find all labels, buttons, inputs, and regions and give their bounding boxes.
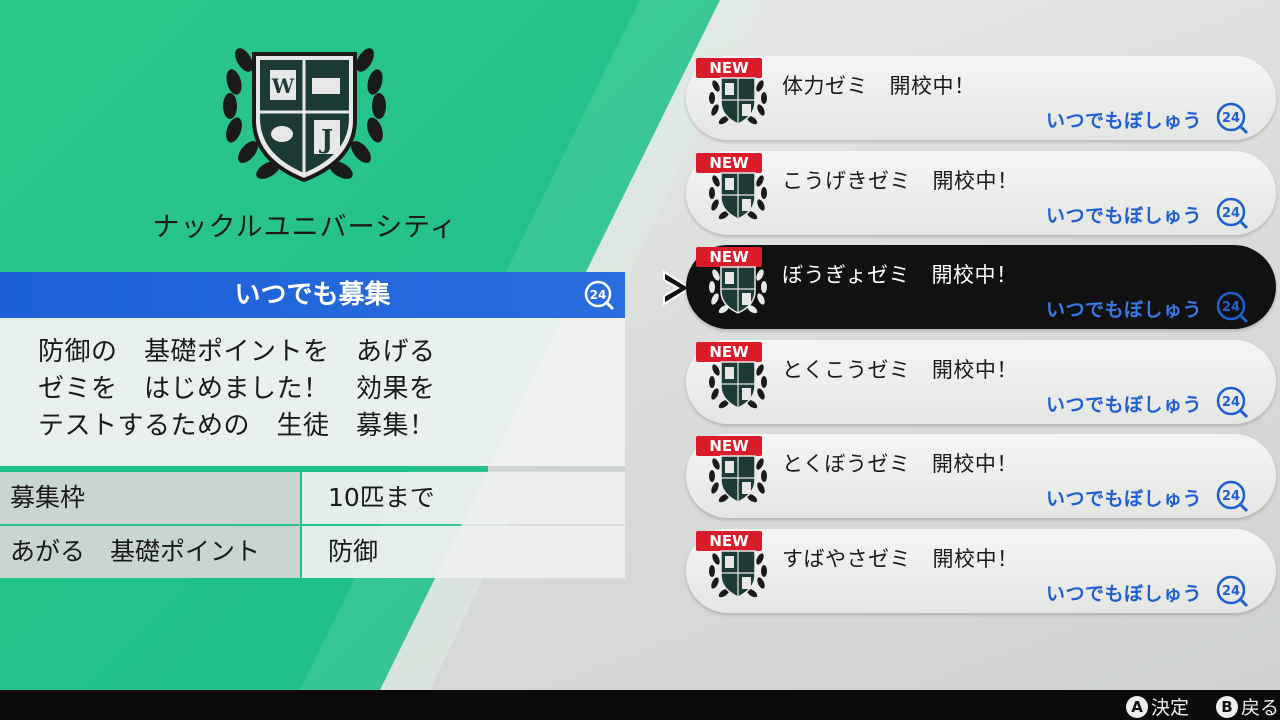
info-value: 防御 xyxy=(302,526,625,578)
svg-text:24: 24 xyxy=(1222,111,1240,126)
svg-text:24: 24 xyxy=(1222,206,1240,221)
control-hints-bar: A 決定 B 戻る xyxy=(0,690,1280,720)
course-list-item-1[interactable]: NEW こうげきゼミ 開校中！ いつでもぼしゅう 24 xyxy=(686,150,1276,235)
confirm-hint: A 決定 xyxy=(1126,693,1189,720)
svg-text:24: 24 xyxy=(1222,395,1240,410)
course-status: いつでもぼしゅう xyxy=(1045,110,1202,132)
course-list: NEW 体力ゼミ 開校中！ いつでもぼしゅう 24 NEW こうげきゼミ 開校中… xyxy=(686,56,1276,623)
b-button-icon: B xyxy=(1216,695,1238,718)
info-row-stat: あがる 基礎ポイント 防御 xyxy=(0,526,625,578)
course-status: いつでもぼしゅう xyxy=(1045,582,1202,605)
course-status: いつでもぼしゅう xyxy=(1045,299,1202,321)
course-title: ぼうぎょゼミ 開校中！ xyxy=(782,263,1018,287)
description-line: 防御の 基礎ポイントを あげる xyxy=(38,337,436,367)
svg-text:24: 24 xyxy=(1222,300,1240,315)
course-list-item-0[interactable]: NEW 体力ゼミ 開校中！ いつでもぼしゅう 24 xyxy=(686,56,1276,140)
laurel-shield-emblem-icon xyxy=(709,360,767,409)
info-row-capacity: 募集枠 10匹まで xyxy=(0,472,625,524)
a-button-icon: A xyxy=(1126,695,1148,718)
course-list-item-4[interactable]: NEW とくぼうゼミ 開校中！ いつでもぼしゅう 24 xyxy=(686,434,1276,518)
recruitment-progress-fill xyxy=(0,466,488,471)
clock-24-icon: 24 xyxy=(1216,291,1249,324)
clock-24-icon: 24 xyxy=(1216,575,1249,607)
laurel-shield-emblem-icon: W J xyxy=(223,48,386,183)
info-value: 10匹まで xyxy=(302,472,625,524)
recruitment-description: 防御の 基礎ポイントを あげる ゼミを はじめました！ 効果を テストするための… xyxy=(0,318,625,468)
svg-text:J: J xyxy=(319,125,333,155)
course-status: いつでもぼしゅう xyxy=(1045,204,1202,227)
course-status: いつでもぼしゅう xyxy=(1045,393,1202,416)
svg-text:W: W xyxy=(271,74,295,98)
recruitment-header-label: いつでも募集 xyxy=(234,280,391,310)
clock-24-icon: 24 xyxy=(584,280,615,311)
course-title: こうげきゼミ 開校中！ xyxy=(782,168,1019,193)
confirm-label: 決定 xyxy=(1151,697,1190,719)
course-list-item-3[interactable]: NEW とくこうゼミ 開校中！ いつでもぼしゅう 24 xyxy=(686,339,1276,424)
course-status: いつでもぼしゅう xyxy=(1045,488,1202,510)
back-hint: B 戻る xyxy=(1216,693,1279,720)
course-title: とくぼうゼミ 開校中！ xyxy=(782,452,1018,476)
svg-text:24: 24 xyxy=(1222,584,1240,599)
clock-24-icon: 24 xyxy=(1216,102,1249,135)
info-key: 募集枠 xyxy=(0,472,300,524)
laurel-shield-emblem-icon xyxy=(709,266,767,314)
course-title: とくこうゼミ 開校中！ xyxy=(782,357,1018,382)
recruitment-progress-bar xyxy=(0,466,625,471)
course-title: すばやさゼミ 開校中！ xyxy=(782,546,1019,571)
course-list-item-2[interactable]: NEW ぼうぎょゼミ 開校中！ いつでもぼしゅう 24 xyxy=(686,245,1276,329)
clock-24-icon: 24 xyxy=(1216,197,1249,229)
clock-24-icon: 24 xyxy=(1216,480,1249,513)
back-label: 戻る xyxy=(1241,697,1280,719)
recruitment-info-table: 募集枠 10匹まで あがる 基礎ポイント 防御 xyxy=(0,472,625,580)
clock-24-icon: 24 xyxy=(1216,386,1249,418)
course-title: 体力ゼミ 開校中！ xyxy=(782,74,976,98)
recruitment-header: いつでも募集 24 xyxy=(0,272,625,318)
svg-text:24: 24 xyxy=(590,288,607,302)
school-name: ナックルユニバーシティ xyxy=(152,212,458,243)
info-key: あがる 基礎ポイント xyxy=(0,526,300,578)
laurel-shield-emblem-icon xyxy=(709,77,767,125)
svg-text:24: 24 xyxy=(1222,489,1240,504)
course-list-item-5[interactable]: NEW すばやさゼミ 開校中！ いつでもぼしゅう 24 xyxy=(686,528,1276,613)
description-line: ゼミを はじめました！ 効果を xyxy=(38,374,436,404)
laurel-shield-emblem-icon xyxy=(709,455,767,503)
laurel-shield-emblem-icon xyxy=(709,549,767,598)
description-line: テストするための 生徒 募集！ xyxy=(38,411,436,441)
laurel-shield-emblem-icon xyxy=(709,171,767,220)
